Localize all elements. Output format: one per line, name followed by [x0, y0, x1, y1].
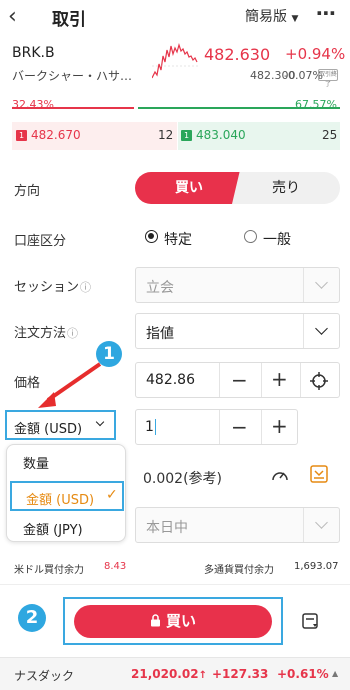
info-icon: ⓘ	[80, 281, 92, 294]
price-input[interactable]: 482.86	[146, 372, 195, 388]
gauge-icon[interactable]	[270, 466, 290, 484]
calculator-icon[interactable]	[309, 464, 329, 484]
radio-specific-label[interactable]: 特定	[164, 229, 192, 249]
ask-qty: 25	[322, 128, 338, 142]
callout-badge-2: 2	[18, 604, 46, 632]
session-label: セッションⓘ	[14, 280, 92, 295]
bid-qty: 12	[158, 128, 174, 142]
radio-general[interactable]	[244, 230, 257, 243]
account-label: 口座区分	[14, 234, 67, 249]
plus-icon[interactable]: +	[271, 369, 288, 389]
usd-buying-power-label: 米ドル買付余力	[14, 565, 84, 576]
caret-up-icon: ▲	[332, 669, 339, 678]
order-list-icon[interactable]	[301, 611, 321, 631]
ask-level-badge: 1	[181, 130, 192, 141]
dropdown-item-jpy[interactable]: 金額 (JPY)	[23, 519, 83, 538]
plus-icon[interactable]: +	[271, 416, 288, 436]
dropdown-item-qty[interactable]: 数量	[23, 453, 49, 472]
ask-ratio-bar	[138, 107, 340, 109]
usd-buying-power-value: 8.43	[104, 561, 127, 572]
info-icon: ⓘ	[67, 327, 79, 340]
amount-input-group: 1 − +	[135, 409, 298, 445]
stock-ticker: BRK.B	[12, 45, 55, 61]
order-method-select[interactable]: 指値	[135, 313, 340, 349]
session-value: 立会	[146, 280, 174, 296]
multi-buying-power-label: 多通貨買付余力	[204, 565, 274, 576]
amount-type-label: 金額 (USD)	[14, 422, 83, 437]
stock-price: 482.630	[204, 45, 271, 64]
ask-ratio: 67.57%	[295, 98, 337, 111]
sparkline-chart	[152, 42, 198, 79]
price-input-group: 482.86 − +	[135, 362, 340, 398]
checkmark-icon: ✓	[106, 487, 118, 503]
bid-ratio: 32.43%	[12, 98, 54, 111]
chevron-down-icon	[95, 417, 105, 427]
stock-change-pct: +0.94%	[285, 45, 346, 63]
chevron-down-icon	[315, 276, 328, 289]
minus-icon[interactable]: −	[231, 417, 248, 437]
expiry-select[interactable]: 本日中	[135, 507, 340, 543]
crosshair-icon[interactable]	[309, 371, 329, 391]
chevron-down-icon	[315, 516, 328, 529]
red-arrow-icon	[38, 362, 102, 408]
caret-down-icon: ▼	[291, 14, 299, 24]
amount-type-selector[interactable]: 金額 (USD)	[5, 410, 116, 440]
page-title: 取引	[52, 10, 86, 30]
session-select[interactable]: 立会	[135, 267, 340, 303]
stock-name: バークシャー・ハサ…	[12, 69, 133, 83]
bid-level-badge: 1	[16, 130, 27, 141]
radio-specific[interactable]	[145, 230, 158, 243]
radio-general-label[interactable]: 一般	[263, 229, 291, 249]
chevron-down-icon	[315, 322, 328, 335]
index-change: +127.33	[212, 667, 269, 681]
amount-type-dropdown: 数量 金額 (USD) ✓ 金額 (JPY)	[6, 444, 126, 542]
expiry-value: 本日中	[146, 520, 188, 536]
ask-price: 483.040	[196, 128, 246, 142]
bid-ratio-bar	[12, 107, 134, 109]
index-value: 21,020.02↑	[131, 667, 207, 681]
order-method-label: 注文方法ⓘ	[14, 326, 79, 341]
mode-selector[interactable]: 簡易版 ▼	[245, 6, 298, 26]
sell-toggle-button[interactable]: 売り	[232, 172, 340, 204]
mode-label: 簡易版	[245, 9, 287, 25]
dropdown-item-usd[interactable]: 金額 (USD) ✓	[10, 481, 124, 511]
index-name: ナスダック	[14, 669, 75, 683]
multi-buying-power-value: 1,693.07	[294, 561, 339, 572]
market-status-badge: 取引終了	[318, 69, 338, 88]
buy-toggle-button[interactable]: 買い	[135, 172, 243, 204]
submit-buy-button[interactable]: 買い	[74, 605, 272, 638]
index-change-pct: +0.61%	[277, 667, 329, 681]
order-method-value: 指値	[146, 326, 174, 342]
estimate-value: 0.002(参考)	[143, 471, 223, 487]
side-label: 方向	[14, 184, 41, 199]
bid-price: 482.670	[31, 128, 81, 142]
amount-input[interactable]: 1	[145, 419, 156, 435]
minus-icon[interactable]: −	[231, 370, 248, 390]
more-options-icon[interactable]: ⋯	[316, 1, 337, 25]
back-chevron-icon[interactable]: ‹	[8, 4, 17, 29]
index-ticker-bar[interactable]: ナスダック 21,020.02↑ +127.33 +0.61% ▲	[0, 657, 350, 690]
lock-icon	[150, 614, 160, 627]
